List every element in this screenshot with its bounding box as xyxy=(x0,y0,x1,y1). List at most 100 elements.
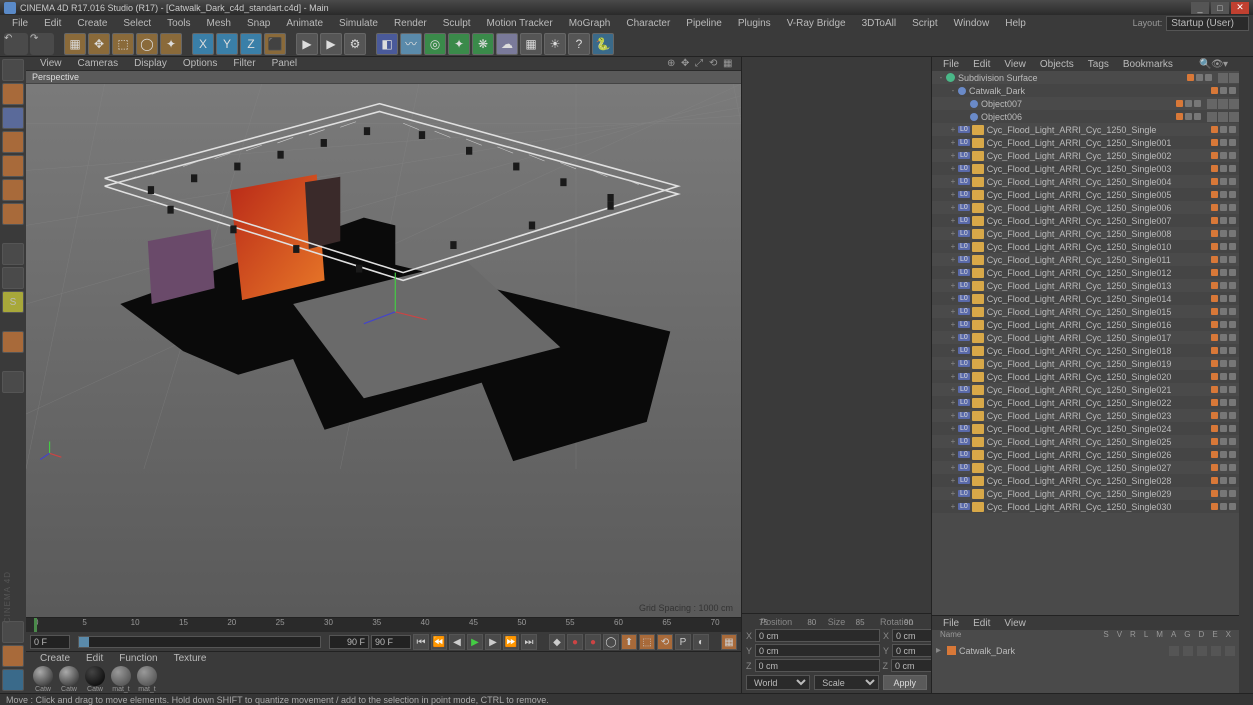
tree-row[interactable]: +L0Cyc_Flood_Light_ARRI_Cyc_1250_Single0… xyxy=(932,344,1239,357)
viewport-solo-button[interactable] xyxy=(2,267,24,289)
tree-expand-icon[interactable]: + xyxy=(948,203,958,212)
tree-row[interactable]: +L0Cyc_Flood_Light_ARRI_Cyc_1250_Single0… xyxy=(932,435,1239,448)
layer-dot[interactable] xyxy=(1211,126,1218,133)
coord-mode2-select[interactable]: Scale xyxy=(814,675,878,690)
tag-icon[interactable] xyxy=(1229,99,1239,109)
tree-expand-icon[interactable]: + xyxy=(948,281,958,290)
layer-dot[interactable] xyxy=(1211,139,1218,146)
layer-dot[interactable] xyxy=(1211,386,1218,393)
visibility-dot[interactable] xyxy=(1220,373,1227,380)
vp-toggle-icon[interactable]: ▦ xyxy=(723,58,735,70)
coord-pos-Y[interactable] xyxy=(755,644,880,657)
tree-row[interactable]: +L0Cyc_Flood_Light_ARRI_Cyc_1250_Single0… xyxy=(932,266,1239,279)
playhead[interactable] xyxy=(34,618,37,632)
render-dot[interactable] xyxy=(1229,282,1236,289)
timeline-slider[interactable] xyxy=(78,636,321,648)
tree-row[interactable]: +L0Cyc_Flood_Light_ARRI_Cyc_1250_Single0… xyxy=(932,201,1239,214)
model-mode-button[interactable] xyxy=(2,83,24,105)
render-dot[interactable] xyxy=(1229,269,1236,276)
visibility-dot[interactable] xyxy=(1220,282,1227,289)
visibility-dot[interactable] xyxy=(1220,360,1227,367)
render-dot[interactable] xyxy=(1229,178,1236,185)
render-dot[interactable] xyxy=(1229,347,1236,354)
mograph-button[interactable]: ❋ xyxy=(472,33,494,55)
menu-v-ray-bridge[interactable]: V-Ray Bridge xyxy=(779,16,854,31)
layer-dot[interactable] xyxy=(1211,373,1218,380)
tree-row[interactable]: +L0Cyc_Flood_Light_ARRI_Cyc_1250_Single0… xyxy=(932,188,1239,201)
render-dot[interactable] xyxy=(1229,412,1236,419)
key-mode-button[interactable]: ◆ xyxy=(549,634,565,650)
keyselection-button[interactable]: ◯ xyxy=(603,634,619,650)
content-browser-button[interactable] xyxy=(2,621,24,643)
tree-expand-icon[interactable]: + xyxy=(948,502,958,511)
visibility-dot[interactable] xyxy=(1220,399,1227,406)
render-dot[interactable] xyxy=(1229,230,1236,237)
attr-flag[interactable] xyxy=(1197,646,1207,656)
tree-expand-icon[interactable]: + xyxy=(948,268,958,277)
render-dot[interactable] xyxy=(1205,74,1212,81)
layer-dot[interactable] xyxy=(1211,412,1218,419)
visibility-dot[interactable] xyxy=(1220,321,1227,328)
layer-dot[interactable] xyxy=(1211,230,1218,237)
visibility-dot[interactable] xyxy=(1220,126,1227,133)
obj-menu-tags[interactable]: Tags xyxy=(1081,58,1116,71)
visibility-dot[interactable] xyxy=(1220,412,1227,419)
tree-expand-icon[interactable]: + xyxy=(948,424,958,433)
visibility-dot[interactable] xyxy=(1220,295,1227,302)
y-axis-lock[interactable]: Y xyxy=(216,33,238,55)
menu-create[interactable]: Create xyxy=(69,16,115,31)
material-item[interactable]: Catw xyxy=(58,666,80,693)
window-minimize-button[interactable]: _ xyxy=(1191,2,1209,14)
render-dot[interactable] xyxy=(1229,191,1236,198)
render-settings-button[interactable]: ⚙ xyxy=(344,33,366,55)
tree-expand-icon[interactable]: + xyxy=(948,242,958,251)
layer-color-swatch[interactable] xyxy=(947,646,956,655)
menu-snap[interactable]: Snap xyxy=(239,16,278,31)
layer-dot[interactable] xyxy=(1187,74,1194,81)
visibility-dot[interactable] xyxy=(1220,178,1227,185)
layer-dot[interactable] xyxy=(1211,243,1218,250)
polygon-mode-button[interactable] xyxy=(2,203,24,225)
layer-dot[interactable] xyxy=(1211,321,1218,328)
render-dot[interactable] xyxy=(1229,503,1236,510)
timeline-window-button[interactable]: ▦ xyxy=(721,634,737,650)
visibility-dot[interactable] xyxy=(1220,490,1227,497)
tree-row[interactable]: +L0Cyc_Flood_Light_ARRI_Cyc_1250_Single0… xyxy=(932,474,1239,487)
visibility-dot[interactable] xyxy=(1220,165,1227,172)
tree-row[interactable]: +L0Cyc_Flood_Light_ARRI_Cyc_1250_Single0… xyxy=(932,422,1239,435)
vp-menu-view[interactable]: View xyxy=(32,57,70,70)
z-axis-lock[interactable]: Z xyxy=(240,33,262,55)
environment-button[interactable]: ☁ xyxy=(496,33,518,55)
pos-key-button[interactable]: ⬆ xyxy=(621,634,637,650)
attr-flag[interactable] xyxy=(1183,646,1193,656)
menu-file[interactable]: File xyxy=(4,16,36,31)
edge-mode-button[interactable] xyxy=(2,179,24,201)
tree-expand-icon[interactable]: + xyxy=(948,437,958,446)
tree-expand-icon[interactable]: + xyxy=(948,450,958,459)
material-item[interactable]: mat_t xyxy=(136,666,158,693)
end-frame-field[interactable] xyxy=(371,635,411,649)
rotate-tool[interactable]: ◯ xyxy=(136,33,158,55)
attr-menu-edit[interactable]: Edit xyxy=(966,617,997,630)
tree-row[interactable]: +L0Cyc_Flood_Light_ARRI_Cyc_1250_Single0… xyxy=(932,370,1239,383)
render-dot[interactable] xyxy=(1229,334,1236,341)
tree-expand-icon[interactable]: + xyxy=(948,138,958,147)
render-dot[interactable] xyxy=(1229,295,1236,302)
pla-key-button[interactable]: ◐ xyxy=(693,634,709,650)
render-dot[interactable] xyxy=(1229,256,1236,263)
goto-start-button[interactable]: ⏮ xyxy=(413,634,429,650)
scale-tool[interactable]: ⬚ xyxy=(112,33,134,55)
layer-dot[interactable] xyxy=(1211,282,1218,289)
render-dot[interactable] xyxy=(1229,165,1236,172)
mat-menu-create[interactable]: Create xyxy=(32,653,78,664)
locked-workplane-button[interactable] xyxy=(2,371,24,393)
make-editable-button[interactable] xyxy=(2,59,24,81)
tree-row[interactable]: +L0Cyc_Flood_Light_ARRI_Cyc_1250_Single0… xyxy=(932,214,1239,227)
vp-menu-panel[interactable]: Panel xyxy=(264,57,306,70)
layer-dot[interactable] xyxy=(1211,308,1218,315)
obj-filter-icon[interactable]: ▾ xyxy=(1223,59,1235,70)
tag-icon[interactable] xyxy=(1218,73,1228,83)
tree-row[interactable]: +L0Cyc_Flood_Light_ARRI_Cyc_1250_Single0… xyxy=(932,500,1239,513)
layer-dot[interactable] xyxy=(1211,204,1218,211)
render-dot[interactable] xyxy=(1229,204,1236,211)
